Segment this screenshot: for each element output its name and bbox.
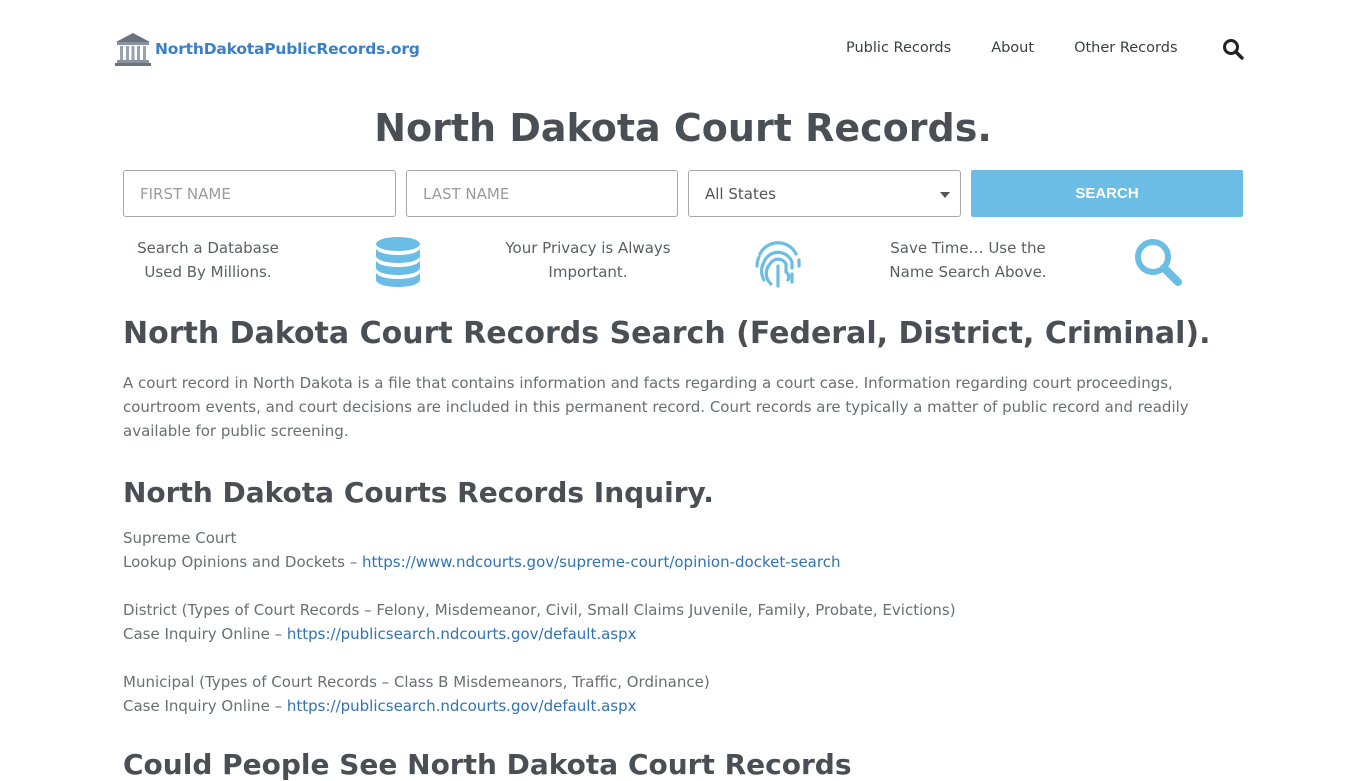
last-name-input[interactable] bbox=[406, 170, 678, 217]
page-title: North Dakota Court Records. bbox=[374, 106, 992, 150]
supreme-court-label: Lookup Opinions and Dockets – bbox=[123, 553, 358, 571]
feature-privacy-text: Your Privacy is Always Important. bbox=[505, 239, 671, 281]
district-court-link[interactable]: https://publicsearch.ndcourts.gov/defaul… bbox=[287, 625, 637, 643]
intro-paragraph: A court record in North Dakota is a file… bbox=[123, 374, 1189, 440]
supreme-court-link[interactable]: https://www.ndcourts.gov/supreme-court/o… bbox=[362, 553, 840, 571]
district-court-row: Case Inquiry Online – https://publicsear… bbox=[123, 622, 956, 646]
feature-strip: Search a Database Used By Millions. Your… bbox=[123, 236, 1243, 292]
search-button[interactable]: SEARCH bbox=[971, 170, 1243, 217]
district-court-label: Case Inquiry Online – bbox=[123, 625, 283, 643]
first-name-input[interactable] bbox=[123, 170, 396, 217]
municipal-court-link[interactable]: https://publicsearch.ndcourts.gov/defaul… bbox=[287, 697, 637, 715]
supreme-court-row: Lookup Opinions and Dockets – https://ww… bbox=[123, 550, 956, 574]
chevron-down-icon bbox=[940, 192, 950, 198]
municipal-court-row: Case Inquiry Online – https://publicsear… bbox=[123, 694, 956, 718]
municipal-court-title: Municipal (Types of Court Records – Clas… bbox=[123, 673, 710, 691]
nav-about[interactable]: About bbox=[991, 40, 1034, 56]
feature-save-time-text: Save Time… Use the Name Search Above. bbox=[889, 239, 1047, 281]
section-heading-search: North Dakota Court Records Search (Feder… bbox=[123, 316, 1211, 351]
nav-other-records[interactable]: Other Records bbox=[1074, 40, 1177, 56]
site-header: NorthDakotaPublicRecords.org Public Reco… bbox=[0, 0, 1366, 100]
section-heading-inquiry: North Dakota Courts Records Inquiry. bbox=[123, 476, 714, 509]
logo-text: NorthDakotaPublicRecords.org bbox=[155, 40, 420, 58]
court-inquiry-list: Supreme Court Lookup Opinions and Docket… bbox=[123, 526, 956, 718]
site-logo[interactable]: NorthDakotaPublicRecords.org bbox=[114, 31, 420, 67]
people-search-form: All States SEARCH bbox=[123, 170, 1243, 217]
district-court-title: District (Types of Court Records – Felon… bbox=[123, 601, 956, 619]
courthouse-icon bbox=[115, 33, 151, 66]
feature-database-text: Search a Database Used By Millions. bbox=[137, 239, 279, 281]
state-select[interactable]: All States bbox=[688, 170, 961, 217]
supreme-court-title: Supreme Court bbox=[123, 529, 237, 547]
state-select-value: All States bbox=[705, 184, 776, 203]
main-nav: Public Records About Other Records bbox=[846, 40, 1218, 56]
fingerprint-icon bbox=[755, 241, 801, 288]
nav-public-records[interactable]: Public Records bbox=[846, 40, 951, 56]
search-icon[interactable] bbox=[1222, 38, 1244, 60]
municipal-court-label: Case Inquiry Online – bbox=[123, 697, 283, 715]
search-icon bbox=[1135, 239, 1182, 286]
section-heading-public-access: Could People See North Dakota Court Reco… bbox=[123, 748, 852, 781]
database-icon bbox=[376, 237, 420, 287]
